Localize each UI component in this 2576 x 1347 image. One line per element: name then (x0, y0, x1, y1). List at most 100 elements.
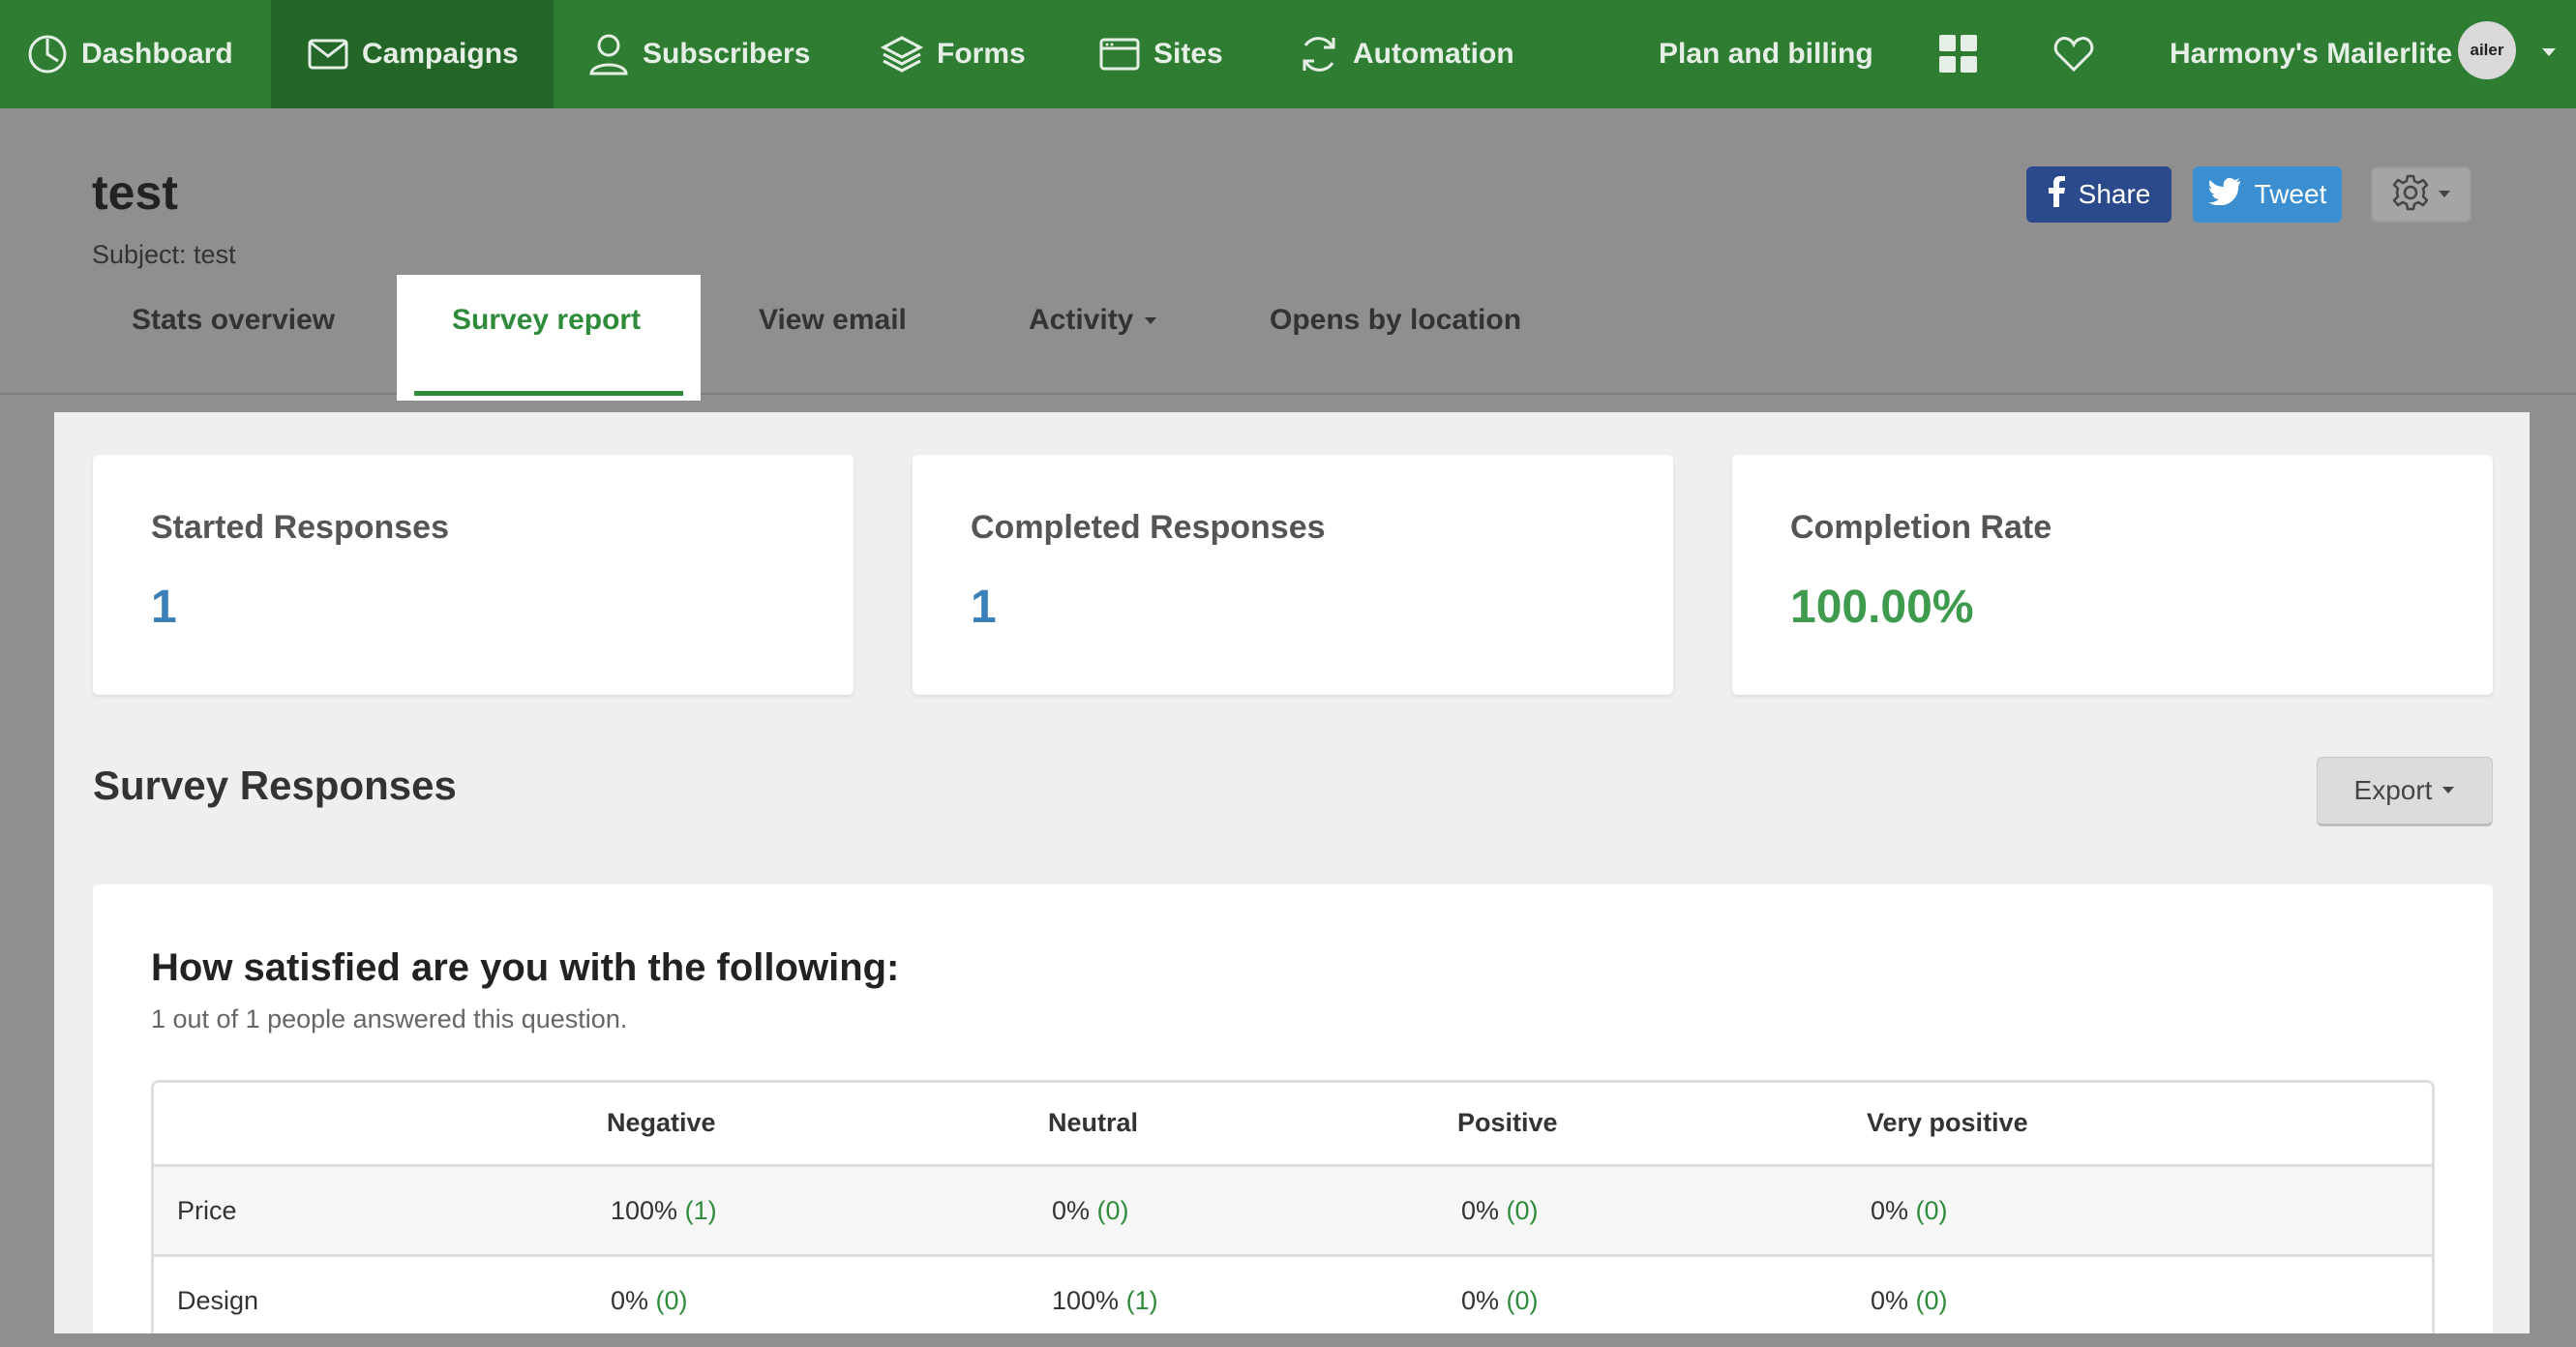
stat-label: Completed Responses (971, 509, 1326, 546)
cell-count[interactable]: (0) (1916, 1286, 1948, 1315)
share-button[interactable]: Share (2026, 166, 2172, 223)
chevron-down-icon[interactable] (2541, 46, 2557, 58)
tabs-divider (0, 393, 2576, 395)
layers-icon (881, 35, 923, 74)
tweet-button[interactable]: Tweet (2193, 166, 2342, 223)
question-card: How satisfied are you with the following… (93, 884, 2493, 1333)
section-title: Survey Responses (93, 763, 457, 808)
tweet-label: Tweet (2254, 179, 2327, 209)
export-label: Export (2353, 775, 2433, 805)
survey-report-content: Started Responses 1 Completed Responses … (54, 412, 2530, 1333)
stat-value: 100.00% (1790, 582, 1974, 633)
row-label: Design (177, 1286, 259, 1315)
nav-forms[interactable]: Forms (881, 0, 1026, 108)
active-tab-indicator (414, 391, 683, 396)
table-row: Price 100% (1) 0% (0) 0% (0) 0% (0) (154, 1167, 2432, 1257)
stat-card-completed: Completed Responses 1 (913, 455, 1673, 695)
nav-sites-label: Sites (1153, 38, 1223, 70)
cell-percent: 0% (1461, 1196, 1500, 1225)
nav-subscribers-label: Subscribers (643, 38, 811, 70)
cell: 0% (0) (1871, 1286, 1948, 1316)
tab-activity[interactable]: Activity (1029, 304, 1157, 337)
cell-percent: 100% (611, 1196, 678, 1225)
cell: 0% (0) (1871, 1196, 1948, 1226)
nav-campaigns-label: Campaigns (362, 38, 519, 70)
envelope-icon (308, 37, 348, 72)
tab-view-email[interactable]: View email (759, 304, 907, 337)
account-name: Harmony's Mailerlite (2170, 38, 2453, 70)
column-header: Positive (1457, 1108, 1558, 1137)
cell-count[interactable]: (1) (1126, 1286, 1158, 1315)
clock-icon (27, 34, 68, 75)
stat-label: Completion Rate (1790, 509, 2052, 546)
twitter-icon (2207, 177, 2241, 212)
grid-icon (1939, 35, 1978, 74)
heart-icon (2053, 36, 2094, 73)
tab-stats-overview[interactable]: Stats overview (132, 304, 335, 337)
stat-label: Started Responses (151, 509, 449, 546)
cell-percent: 0% (1871, 1196, 1909, 1225)
cell: 100% (1) (611, 1196, 717, 1226)
stat-value: 1 (971, 582, 997, 633)
responses-table: Negative Neutral Positive Very positive … (151, 1080, 2435, 1333)
nav-dashboard[interactable]: Dashboard (27, 0, 260, 108)
chevron-down-icon (1144, 317, 1156, 325)
account-menu[interactable]: Harmony's Mailerlite (2170, 0, 2452, 108)
nav-automation-label: Automation (1353, 38, 1514, 70)
campaign-subject: Subject: test (92, 240, 236, 269)
tab-activity-label: Activity (1029, 304, 1134, 336)
nav-dashboard-label: Dashboard (81, 38, 233, 70)
top-navigation: Dashboard Campaigns Subscribers Forms Si… (0, 0, 2576, 108)
row-label: Price (177, 1196, 237, 1225)
tab-survey-report[interactable]: Survey report (452, 304, 641, 337)
share-label: Share (2078, 179, 2151, 209)
table-header: Negative Neutral Positive Very positive (154, 1083, 2432, 1167)
apps-button[interactable] (1939, 0, 1978, 108)
browser-window-icon (1099, 37, 1140, 72)
cell-percent: 100% (1052, 1286, 1120, 1315)
facebook-icon (2048, 175, 2065, 214)
stat-card-completion-rate: Completion Rate 100.00% (1732, 455, 2493, 695)
question-title: How satisfied are you with the following… (151, 946, 900, 989)
table-row: Design 0% (0) 100% (1) 0% (0) 0% (0) (154, 1257, 2432, 1333)
nav-forms-label: Forms (937, 38, 1026, 70)
tab-opens-by-location[interactable]: Opens by location (1270, 304, 1521, 337)
column-header: Very positive (1867, 1108, 2028, 1137)
nav-automation[interactable]: Automation (1299, 0, 1514, 108)
cell: 0% (0) (611, 1286, 688, 1316)
cell-percent: 0% (611, 1286, 649, 1315)
favorites-button[interactable] (2053, 0, 2094, 108)
cell: 0% (0) (1461, 1196, 1539, 1226)
nav-plan-and-billing[interactable]: Plan and billing (1659, 0, 1873, 108)
column-header: Negative (607, 1108, 716, 1137)
nav-sites[interactable]: Sites (1099, 0, 1223, 108)
avatar[interactable]: ailer (2458, 21, 2516, 79)
cell: 100% (1) (1052, 1286, 1158, 1316)
cell-count[interactable]: (0) (1097, 1196, 1129, 1225)
refresh-icon (1299, 34, 1339, 75)
user-icon (588, 33, 629, 75)
avatar-text: ailer (2470, 41, 2504, 59)
stat-card-started: Started Responses 1 (93, 455, 854, 695)
cell: 0% (0) (1052, 1196, 1129, 1226)
cell-percent: 0% (1461, 1286, 1500, 1315)
cell-count[interactable]: (0) (656, 1286, 688, 1315)
cell-count[interactable]: (1) (685, 1196, 717, 1225)
column-header: Neutral (1048, 1108, 1139, 1137)
cell-count[interactable]: (0) (1507, 1196, 1539, 1225)
chevron-down-icon (2442, 787, 2455, 793)
stat-value: 1 (151, 582, 177, 633)
export-button[interactable]: Export (2317, 757, 2493, 826)
cell-percent: 0% (1871, 1286, 1909, 1315)
settings-dropdown[interactable] (2371, 166, 2471, 223)
chevron-down-icon (2439, 191, 2450, 197)
nav-campaigns[interactable]: Campaigns (271, 0, 554, 108)
page-title: test (92, 165, 178, 220)
question-subtitle: 1 out of 1 people answered this question… (151, 1004, 628, 1033)
cell-count[interactable]: (0) (1507, 1286, 1539, 1315)
cell: 0% (0) (1461, 1286, 1539, 1316)
gear-icon (2391, 173, 2430, 217)
active-tab-background (397, 275, 701, 401)
cell-count[interactable]: (0) (1916, 1196, 1948, 1225)
nav-subscribers[interactable]: Subscribers (588, 0, 810, 108)
